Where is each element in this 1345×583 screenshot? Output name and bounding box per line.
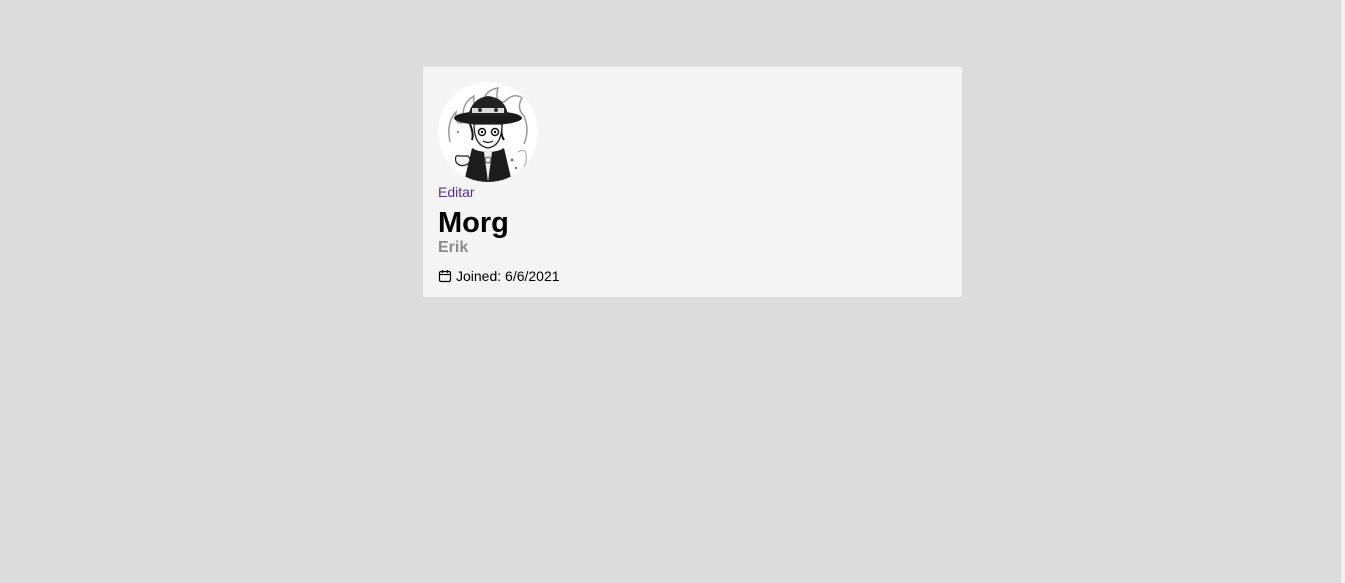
avatar-illustration	[438, 82, 538, 182]
joined-label: Joined:	[456, 268, 502, 284]
page: Editar Morg Erik Joined: 6/6/2021	[0, 0, 1345, 583]
page-scrollbar[interactable]	[1340, 0, 1345, 583]
calendar-icon	[438, 269, 452, 283]
profile-card: Editar Morg Erik Joined: 6/6/2021	[423, 67, 962, 297]
joined-date: 6/6/2021	[505, 268, 560, 284]
profile-username: Erik	[438, 239, 469, 256]
joined-date-row: Joined: 6/6/2021	[438, 268, 947, 284]
edit-profile-link[interactable]: Editar	[438, 184, 475, 200]
profile-display-name: Morg	[438, 207, 509, 239]
avatar	[438, 82, 538, 182]
